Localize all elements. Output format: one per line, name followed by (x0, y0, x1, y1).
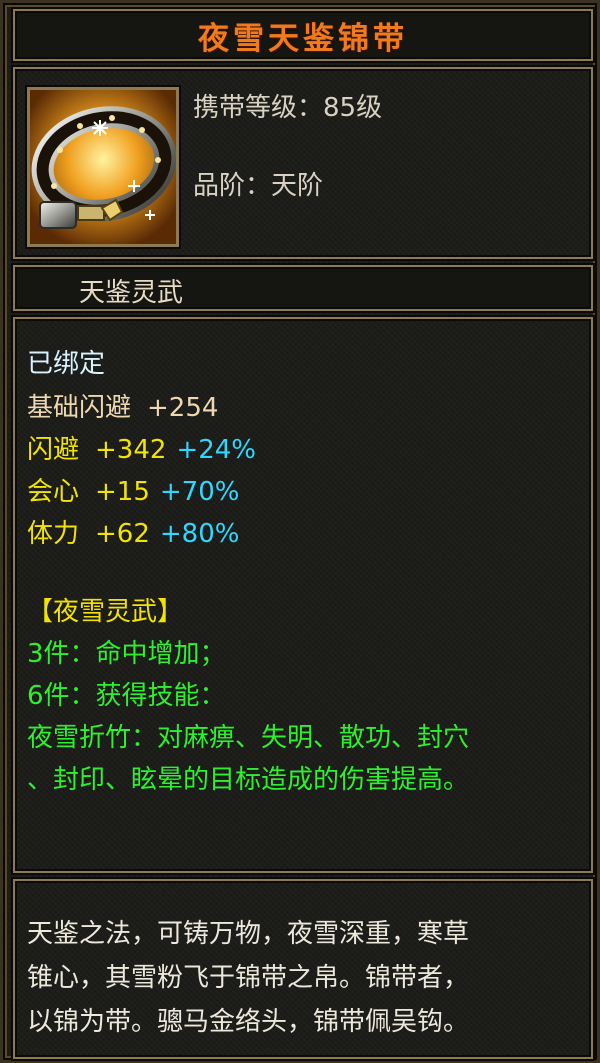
attribute-value: +62 (95, 519, 150, 549)
stats-panel: 已绑定 基础闪避 +254 闪避 +342 +24% 会心 +15 +70% 体力 +62 +… (13, 317, 593, 873)
base-stat-row: 基础闪避 +254 (27, 387, 218, 424)
set-bonus-title: 【夜雪灵武】 (27, 597, 184, 627)
set-series-name: 天鉴灵武 (79, 278, 184, 308)
belt-icon (27, 87, 179, 247)
attribute-label: 会心 (27, 477, 80, 507)
attribute-row: 体力 +62 +80% (27, 513, 239, 550)
flavor-text-line: 锥心，其雪粉飞于锦带之帛。锦带者， (27, 963, 470, 993)
bound-status: 已绑定 (27, 349, 106, 379)
base-stat-label: 基础闪避 (27, 393, 132, 423)
attribute-percent: +80% (159, 519, 240, 549)
carry-level-value: 85级 (323, 93, 383, 123)
grade-value: 天阶 (271, 171, 324, 201)
flavor-text-panel: 天鉴之法，可铸万物，夜雪深重，寒草 锥心，其雪粉飞于锦带之帛。锦带者， 以锦为带… (13, 879, 593, 1059)
title-bar: 夜雪天鉴锦带 (13, 9, 593, 61)
grade-label: 品阶： (193, 171, 272, 201)
carry-level-label: 携带等级： (193, 93, 324, 123)
set-bonus-6-piece: 6件：获得技能： (27, 681, 226, 711)
item-grade: 品阶：天阶 (193, 165, 323, 202)
attribute-percent: +70% (159, 477, 240, 507)
attribute-label: 闪避 (27, 435, 80, 465)
set-series-bar: 天鉴灵武 (13, 265, 593, 311)
set-skill-description-line2: 、封印、眩晕的目标造成的伤害提高。 (27, 765, 470, 795)
item-tooltip: 夜雪天鉴锦带 携带等级：85级 品阶：天阶 天鉴灵武 已绑定 基础闪避 +254… (0, 0, 600, 1063)
set-bonus-3-piece: 3件：命中增加； (27, 639, 226, 669)
flavor-text-line: 以锦为带。骢马金络头，锦带佩吴钩。 (27, 1007, 470, 1037)
attribute-value: +15 (95, 477, 150, 507)
attribute-value: +342 (95, 435, 167, 465)
set-skill-description-line1: 夜雪折竹：对麻痹、失明、散功、封穴 (27, 723, 470, 753)
attribute-row: 闪避 +342 +24% (27, 429, 256, 466)
carry-level: 携带等级：85级 (193, 87, 382, 124)
attribute-label: 体力 (27, 519, 80, 549)
flavor-text-line: 天鉴之法，可铸万物，夜雪深重，寒草 (27, 919, 470, 949)
item-name: 夜雪天鉴锦带 (198, 20, 408, 57)
item-header: 携带等级：85级 品阶：天阶 (13, 67, 593, 259)
attribute-percent: +24% (176, 435, 257, 465)
attribute-row: 会心 +15 +70% (27, 471, 239, 508)
base-stat-value: +254 (147, 393, 219, 423)
